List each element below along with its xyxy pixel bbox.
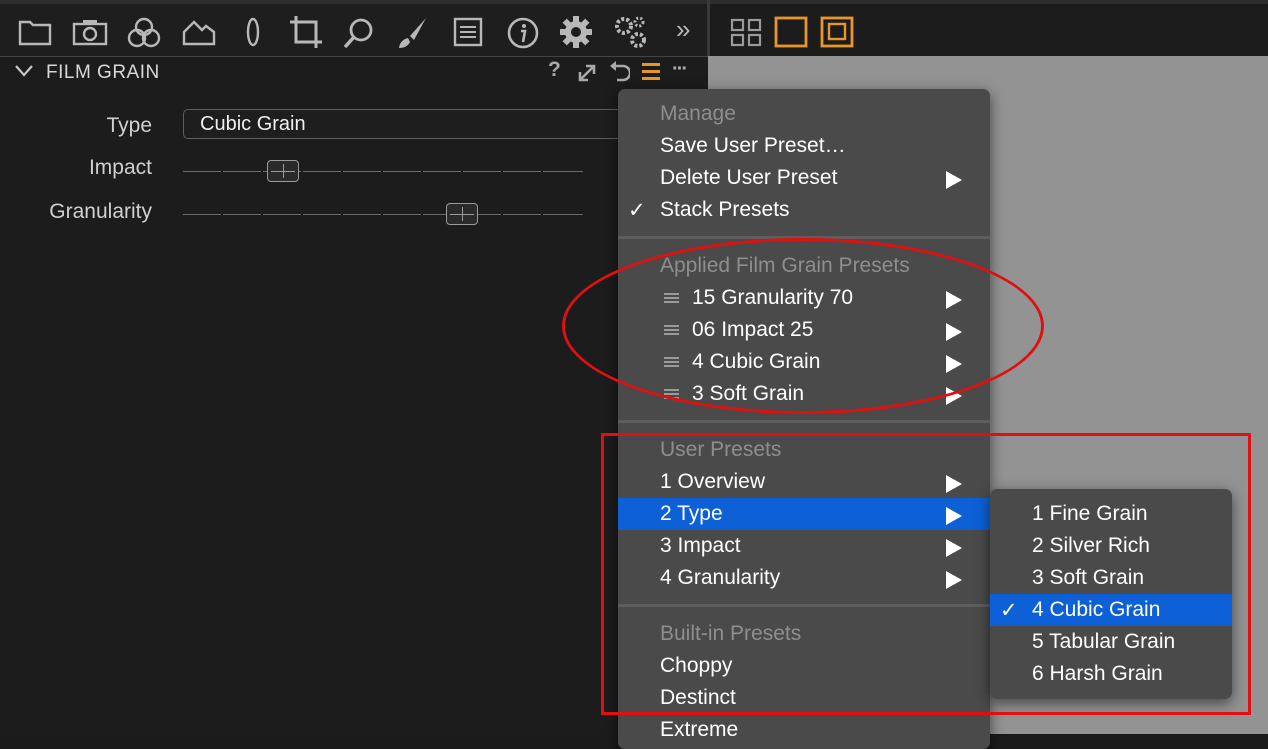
- gear-icon[interactable]: [558, 14, 594, 50]
- menu-item-builtin-preset[interactable]: Extreme: [618, 714, 990, 746]
- type-select[interactable]: Cubic Grain: [183, 109, 643, 139]
- checkmark-icon: ✓: [628, 199, 646, 222]
- menu-item-stack-presets[interactable]: ✓ Stack Presets: [618, 194, 990, 226]
- granularity-slider-thumb[interactable]: [446, 203, 478, 225]
- crop-icon[interactable]: [288, 14, 324, 50]
- info-icon[interactable]: [506, 16, 540, 50]
- exposure-icon[interactable]: [182, 18, 216, 46]
- camera-icon[interactable]: [72, 18, 108, 46]
- color-circles-icon[interactable]: [126, 16, 162, 48]
- help-icon[interactable]: ?: [548, 58, 561, 82]
- impact-slider-thumb[interactable]: [267, 160, 299, 182]
- menu-item-save-user-preset[interactable]: Save User Preset…: [618, 130, 990, 162]
- loupe-icon[interactable]: [342, 16, 376, 50]
- more-icon[interactable]: ···: [672, 58, 688, 81]
- impact-label: Impact: [88, 156, 152, 179]
- multi-view-icon[interactable]: [820, 16, 854, 48]
- presets-menu-icon[interactable]: [640, 60, 662, 82]
- type-label: Type: [106, 114, 152, 137]
- impact-slider[interactable]: [183, 160, 585, 182]
- submenu-arrow-icon: [946, 171, 962, 189]
- reset-icon[interactable]: [608, 60, 630, 84]
- chevron-down-icon[interactable]: [14, 64, 34, 78]
- tool-title: FILM GRAIN: [46, 62, 160, 83]
- gears-icon[interactable]: [612, 14, 648, 50]
- menu-item-delete-user-preset[interactable]: Delete User Preset: [618, 162, 990, 194]
- more-tools-icon[interactable]: »: [676, 14, 690, 45]
- granularity-label: Granularity: [49, 200, 152, 223]
- menu-header-manage: Manage: [660, 102, 736, 125]
- single-view-icon[interactable]: [774, 16, 808, 48]
- grid-view-icon[interactable]: [730, 18, 762, 48]
- granularity-slider[interactable]: [183, 203, 585, 225]
- folder-icon[interactable]: [18, 18, 52, 46]
- type-select-value: Cubic Grain: [200, 113, 306, 135]
- expand-icon[interactable]: [576, 62, 598, 84]
- lens-icon[interactable]: [243, 16, 263, 48]
- main-toolbar: »: [0, 0, 708, 56]
- annotation-rectangle: [601, 433, 1251, 715]
- menu-separator: [618, 420, 990, 423]
- brush-icon[interactable]: [396, 16, 430, 50]
- metadata-icon[interactable]: [452, 16, 484, 48]
- viewer-toolbar: [710, 0, 1268, 56]
- annotation-ellipse: [562, 238, 1044, 414]
